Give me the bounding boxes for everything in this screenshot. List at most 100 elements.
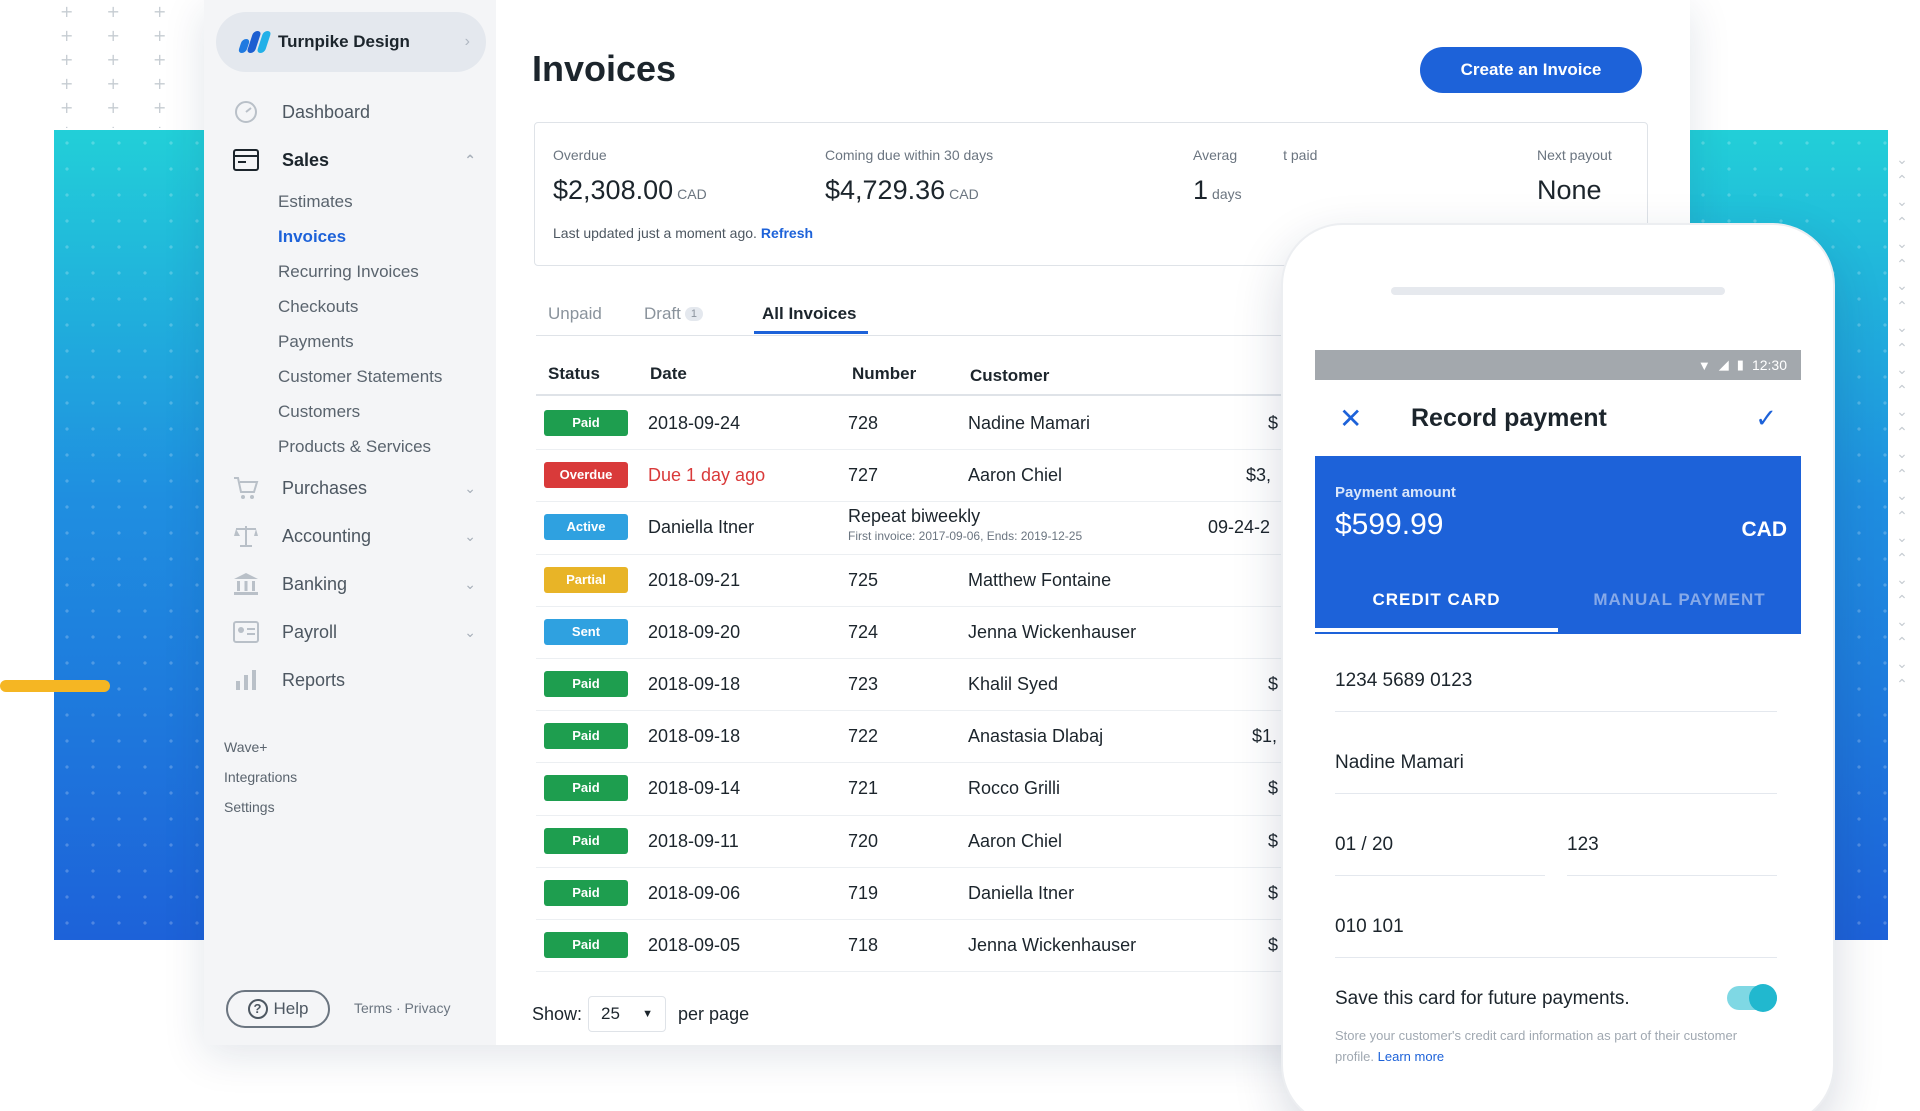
wave-logo-icon xyxy=(236,29,272,55)
bank-icon xyxy=(232,570,260,598)
column-status[interactable]: Status xyxy=(548,364,600,384)
recurring-customer: Daniella Itner xyxy=(648,517,755,538)
nav-item-sales[interactable]: Sales ⌃ xyxy=(204,136,496,184)
nav-item-accounting[interactable]: Accounting ⌄ xyxy=(204,512,496,560)
invoice-amount: $ xyxy=(1268,413,1279,433)
recurring-schedule: Repeat biweekly First invoice: 2017-09-06… xyxy=(848,506,1083,544)
tab-all-invoices[interactable]: All Invoices xyxy=(762,304,856,324)
postal-code-field[interactable]: 010 101 xyxy=(1335,916,1777,958)
invoice-customer: Jenna Wickenhauser xyxy=(968,621,1137,642)
active-tab-indicator xyxy=(754,331,868,334)
plus-pattern: + + + + + + + + + + + + + + + + + + + + … xyxy=(60,2,181,128)
cardholder-name-field[interactable]: Nadine Mamari xyxy=(1335,752,1777,794)
invoice-number: 728 xyxy=(848,413,879,433)
invoice-customer: Aaron Chiel xyxy=(968,830,1063,851)
status-badge: Active xyxy=(544,514,628,541)
tab-manual-payment[interactable]: MANUAL PAYMENT xyxy=(1558,590,1801,610)
refresh-link[interactable]: Refresh xyxy=(761,225,813,241)
invoice-date: 2018-09-24 xyxy=(648,413,741,433)
nav-item-payroll[interactable]: Payroll ⌄ xyxy=(204,608,496,656)
tab-draft[interactable]: Draft 1 xyxy=(644,304,703,324)
status-badge: Overdue xyxy=(544,462,628,489)
close-icon[interactable]: ✕ xyxy=(1339,402,1362,435)
invoice-amount: $ xyxy=(1268,882,1279,903)
help-button[interactable]: ? Help xyxy=(226,990,330,1028)
secondary-links: Wave+ Integrations Settings xyxy=(224,732,297,822)
payment-amount-value[interactable]: $599.99 xyxy=(1335,508,1443,542)
business-switcher[interactable]: Turnpike Design › xyxy=(216,12,486,72)
status-badge: Paid xyxy=(544,931,628,958)
sub-item-customer-statements[interactable]: Customer Statements xyxy=(278,359,496,394)
save-card-toggle[interactable] xyxy=(1727,984,1777,1012)
invoice-date: 2018-09-11 xyxy=(648,830,739,851)
invoice-date: 2018-09-05 xyxy=(648,934,741,955)
invoice-customer: Nadine Mamari xyxy=(968,413,1091,433)
caret-down-icon: ▼ xyxy=(642,1008,654,1020)
invoice-date: 2018-09-21 xyxy=(648,569,741,590)
business-name: Turnpike Design xyxy=(278,32,410,51)
column-customer[interactable]: Customer xyxy=(970,366,1049,386)
nav-item-purchases[interactable]: Purchases ⌄ xyxy=(204,464,496,512)
page-size-select[interactable]: 25 ▼ xyxy=(588,996,667,1032)
check-icon[interactable]: ✓ xyxy=(1755,403,1777,434)
next-payout-value: None xyxy=(1537,175,1602,205)
pagination: Show: 25 ▼ per page xyxy=(532,996,749,1032)
card-number-field[interactable]: 1234 5689 0123 xyxy=(1335,670,1777,712)
invoice-customer: Anastasia Dlabaj xyxy=(968,726,1104,747)
invoice-number: 721 xyxy=(848,778,879,799)
save-card-help: Store your customer's credit card inform… xyxy=(1335,1028,1738,1064)
invoice-date: 2018-09-20 xyxy=(648,621,741,642)
tab-unpaid[interactable]: Unpaid xyxy=(548,304,602,324)
sales-icon xyxy=(232,146,260,174)
invoice-number: 723 xyxy=(848,673,879,694)
sub-item-payments[interactable]: Payments xyxy=(278,324,496,359)
link-wave-plus[interactable]: Wave+ xyxy=(224,732,297,762)
summary-average-time: Averag t paid 1 days xyxy=(1193,147,1318,205)
status-badge: Paid xyxy=(544,827,628,854)
phone-mockup: ▼ ◢ ▮ 12:30 ✕ Record payment ✓ Payment a… xyxy=(1283,225,1833,1111)
link-settings[interactable]: Settings xyxy=(224,792,297,822)
summary-overdue: Overdue $2,308.00 CAD xyxy=(553,147,707,205)
chevron-pattern: ⌄ ⌃ ⌄ ⌃ ⌄ ⌃ ⌄ ⌃ ⌄ ⌃ ⌄ ⌃ ⌄ ⌃ ⌄ ⌃ ⌄ ⌃ ⌄ ⌃ ⌄ ⌃ ⌄ ⌃ ⌄ ⌃ xyxy=(1896,152,1908,693)
nav-item-banking[interactable]: Banking ⌄ xyxy=(204,560,496,608)
sub-item-checkouts[interactable]: Checkouts xyxy=(278,289,496,324)
bar-chart-icon xyxy=(232,666,260,694)
draft-count-badge: 1 xyxy=(684,307,703,321)
invoice-number: 719 xyxy=(848,882,879,903)
chevron-down-icon: ⌄ xyxy=(464,623,476,640)
expiry-field[interactable]: 01 / 20 xyxy=(1335,834,1545,876)
invoice-customer: Khalil Syed xyxy=(968,673,1059,694)
coming-due-amount: $4,729.36 xyxy=(825,175,946,205)
nav-item-dashboard[interactable]: Dashboard xyxy=(204,88,496,136)
cart-icon xyxy=(232,474,260,502)
invoice-date: Due 1 day ago xyxy=(648,465,766,486)
invoice-number: 720 xyxy=(848,830,879,851)
invoice-amount: $1, xyxy=(1252,726,1278,747)
record-payment-header: ✕ Record payment ✓ xyxy=(1315,380,1801,456)
status-badge: Partial xyxy=(544,566,628,593)
payment-amount-panel: Payment amount $599.99 CAD CREDIT CARD M… xyxy=(1315,456,1801,634)
wifi-icon: ▼ xyxy=(1697,357,1711,373)
tab-credit-card[interactable]: CREDIT CARD xyxy=(1315,590,1558,610)
link-integrations[interactable]: Integrations xyxy=(224,762,297,792)
terms-privacy-links[interactable]: Terms · Privacy xyxy=(354,1000,450,1016)
question-icon: ? xyxy=(247,999,268,1019)
learn-more-link[interactable]: Learn more xyxy=(1378,1049,1444,1064)
sub-item-customers[interactable]: Customers xyxy=(278,394,496,429)
sub-item-products-services[interactable]: Products & Services xyxy=(278,429,496,464)
background-gradient-left xyxy=(54,130,214,940)
column-number[interactable]: Number xyxy=(852,364,916,384)
sub-item-recurring-invoices[interactable]: Recurring Invoices xyxy=(278,254,496,289)
cvv-field[interactable]: 123 xyxy=(1567,834,1777,876)
column-date[interactable]: Date xyxy=(650,364,687,384)
scale-icon xyxy=(232,522,260,550)
payment-currency: CAD xyxy=(1741,518,1788,541)
create-invoice-button[interactable]: Create an Invoice xyxy=(1420,47,1642,93)
signal-icon: ◢ xyxy=(1718,357,1729,372)
sub-item-estimates[interactable]: Estimates xyxy=(278,184,496,219)
sub-item-invoices[interactable]: Invoices xyxy=(278,219,496,254)
invoice-customer: Jenna Wickenhauser xyxy=(968,934,1137,955)
page-title: Invoices xyxy=(532,48,677,89)
nav-item-reports[interactable]: Reports xyxy=(204,656,496,704)
invoice-date: 2018-09-18 xyxy=(648,673,741,694)
